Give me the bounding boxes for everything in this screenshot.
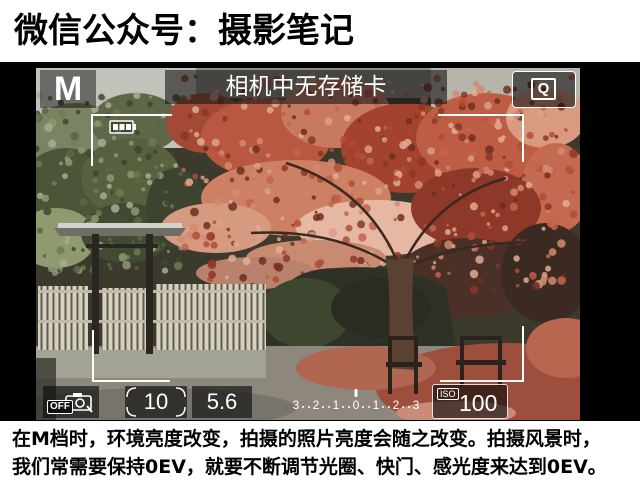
caption-line: 我们常需要保持0EV，就要不断调节光圈、快门、感光度来达到0EV。 <box>12 456 607 478</box>
exposure-scale-dot <box>382 406 384 408</box>
aperture-setting[interactable]: 5.6 <box>192 386 252 418</box>
battery-icon <box>109 120 136 134</box>
iso-setting[interactable]: ISO 100 <box>432 384 508 419</box>
quick-control-button[interactable]: Q <box>512 71 576 108</box>
exposure-scale-label: 2 <box>393 398 400 412</box>
caption-block: 在M档时，环境亮度改变，拍摄的照片亮度会随之改变。拍摄风景时， 我们常需要保持0… <box>0 421 640 480</box>
exposure-scale-label: 0 <box>353 398 360 412</box>
exposure-scale-dot <box>328 406 330 408</box>
battery-bar <box>126 124 131 130</box>
shutter-speed-setting[interactable]: 10 <box>125 386 187 418</box>
header-title: 微信公众号：摄影笔记 <box>14 11 354 51</box>
touch-shutter-off-label: OFF <box>47 400 73 414</box>
exposure-scale-label: 3 <box>413 398 420 412</box>
exposure-scale-dot <box>308 406 310 408</box>
exposure-scale-dot <box>342 406 344 408</box>
battery-bar <box>113 124 118 130</box>
caption-line: 在M档时，环境亮度改变，拍摄的照片亮度会随之改变。拍摄风景时， <box>12 428 601 450</box>
exposure-scale-dot <box>408 406 410 408</box>
exposure-scale-dot <box>302 406 304 408</box>
exposure-scale-label: 1 <box>373 398 380 412</box>
aperture-value: 5.6 <box>206 389 238 414</box>
exposure-scale-dot <box>368 406 370 408</box>
exposure-scale-label: 2 <box>313 398 320 412</box>
exposure-scale-dot <box>322 406 324 408</box>
exposure-scale-label: 1 <box>333 398 340 412</box>
exposure-scale-dot <box>362 406 364 408</box>
exposure-scale-dot <box>402 406 404 408</box>
exposure-scale-dot <box>388 406 390 408</box>
header-bar: 微信公众号：摄影笔记 <box>0 0 640 62</box>
exposure-scale-dot <box>348 406 350 408</box>
touch-shutter-button[interactable]: OFF <box>43 386 99 418</box>
exposure-scale-label: 3 <box>293 398 300 412</box>
shooting-mode-indicator: M <box>40 70 96 108</box>
iso-label: ISO <box>437 388 459 400</box>
shutter-speed-value: 10 <box>143 389 169 414</box>
exposure-level-indicator: 3210123 <box>293 389 420 412</box>
exposure-level-marker <box>354 389 358 397</box>
page: 微信公众号：摄影笔记 M 相机中无存储卡 Q OFF 10 5.6 3 2 1 … <box>0 0 640 480</box>
battery-bar <box>119 124 125 130</box>
iso-value: 100 <box>459 390 498 416</box>
no-card-message: 相机中无存储卡 <box>165 70 447 104</box>
q-icon: Q <box>531 78 556 100</box>
